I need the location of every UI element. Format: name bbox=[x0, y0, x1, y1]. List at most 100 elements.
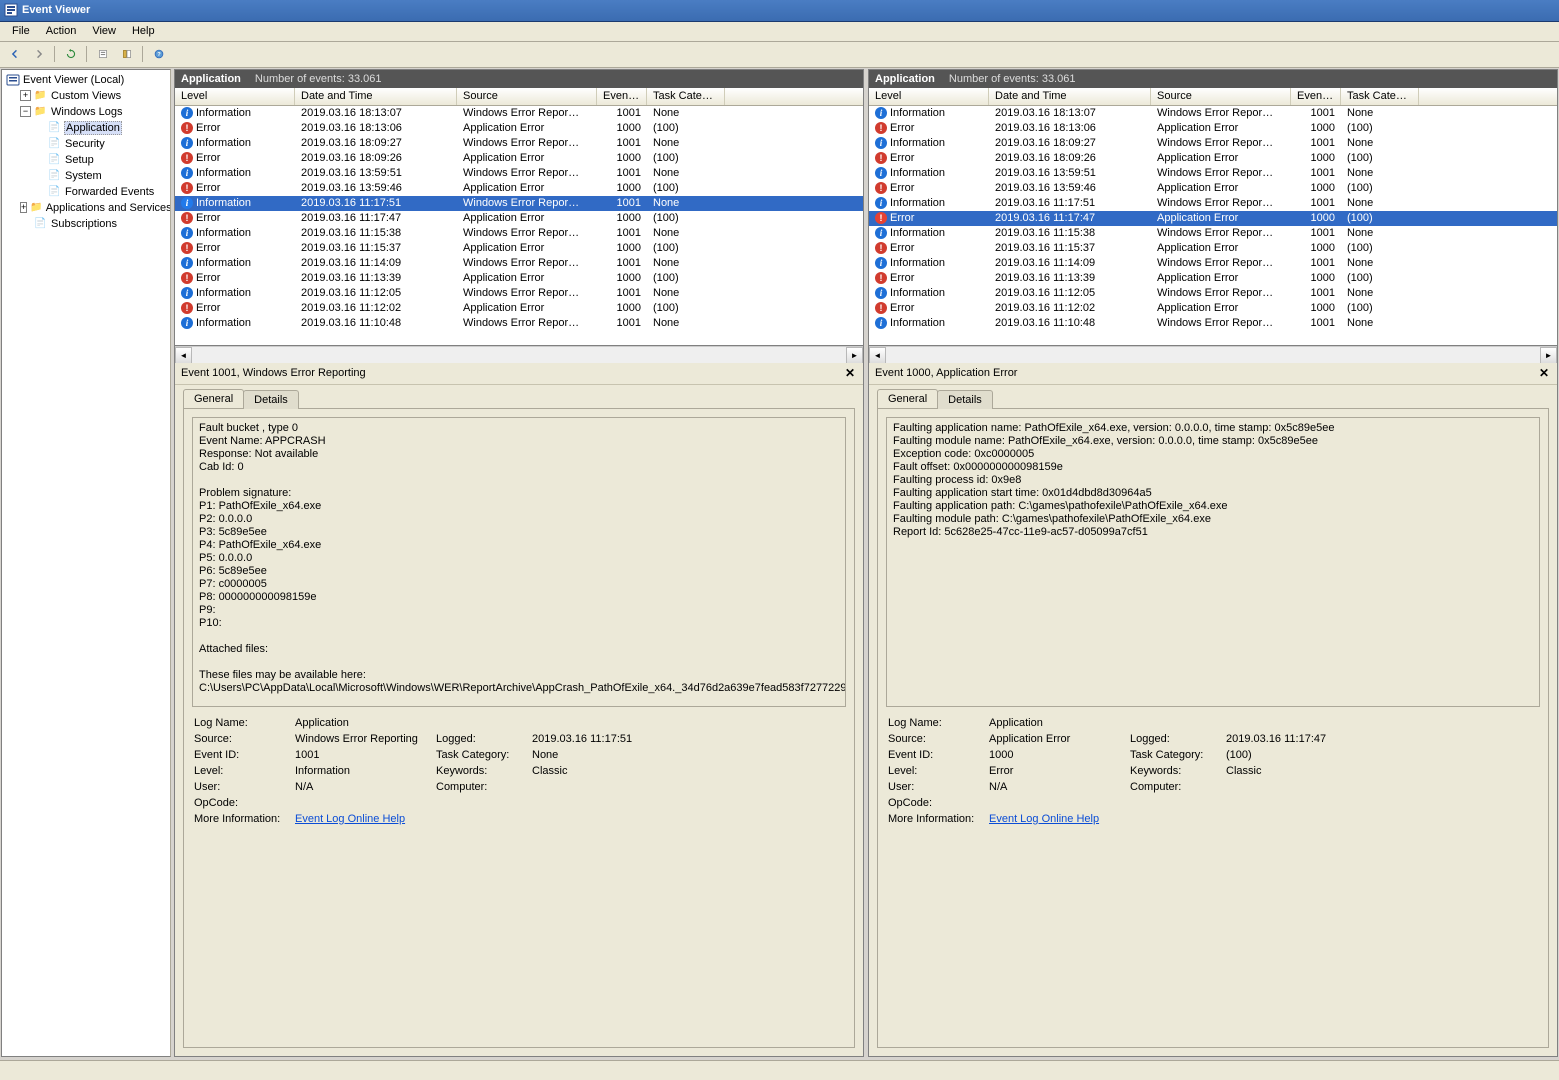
col-header-level[interactable]: Level bbox=[869, 88, 989, 105]
tab-general[interactable]: General bbox=[183, 389, 244, 408]
event-list-left[interactable]: Information2019.03.16 18:13:07Windows Er… bbox=[175, 106, 863, 346]
table-row[interactable]: Error2019.03.16 11:15:37Application Erro… bbox=[869, 241, 1557, 256]
scroll-left-icon[interactable]: ◄ bbox=[869, 347, 886, 364]
table-row[interactable]: Information2019.03.16 11:15:38Windows Er… bbox=[869, 226, 1557, 241]
table-row[interactable]: Error2019.03.16 11:15:37Application Erro… bbox=[175, 241, 863, 256]
menu-help[interactable]: Help bbox=[124, 23, 163, 39]
expand-icon[interactable]: + bbox=[20, 90, 31, 101]
table-row[interactable]: Error2019.03.16 18:09:26Application Erro… bbox=[869, 151, 1557, 166]
col-header-date[interactable]: Date and Time bbox=[989, 88, 1151, 105]
table-row[interactable]: Error2019.03.16 13:59:46Application Erro… bbox=[175, 181, 863, 196]
table-row[interactable]: Information2019.03.16 13:59:51Windows Er… bbox=[175, 166, 863, 181]
table-row[interactable]: Error2019.03.16 18:13:06Application Erro… bbox=[869, 121, 1557, 136]
table-row[interactable]: Error2019.03.16 13:59:46Application Erro… bbox=[869, 181, 1557, 196]
col-header-level[interactable]: Level bbox=[175, 88, 295, 105]
refresh-button[interactable] bbox=[60, 44, 82, 64]
col-header-date[interactable]: Date and Time bbox=[295, 88, 457, 105]
table-row[interactable]: Error2019.03.16 11:12:02Application Erro… bbox=[175, 301, 863, 316]
tree-item-system[interactable]: System bbox=[46, 168, 168, 184]
table-row[interactable]: Information2019.03.16 11:14:09Windows Er… bbox=[175, 256, 863, 271]
cell-eventid: 1001 bbox=[1291, 197, 1341, 209]
event-description[interactable]: Fault bucket , type 0 Event Name: APPCRA… bbox=[192, 417, 846, 707]
close-icon[interactable]: ✕ bbox=[843, 366, 857, 380]
tree-item-forwarded-events[interactable]: Forwarded Events bbox=[46, 184, 168, 200]
label-user: User: bbox=[194, 781, 289, 793]
table-row[interactable]: Information2019.03.16 11:14:09Windows Er… bbox=[869, 256, 1557, 271]
table-row[interactable]: Information2019.03.16 11:15:38Windows Er… bbox=[175, 226, 863, 241]
tree-item-subscriptions[interactable]: Subscriptions bbox=[32, 216, 168, 232]
col-header-task[interactable]: Task Category bbox=[647, 88, 725, 105]
tree-item-security[interactable]: Security bbox=[46, 136, 168, 152]
scroll-left-icon[interactable]: ◄ bbox=[175, 347, 192, 364]
scroll-right-icon[interactable]: ► bbox=[846, 347, 863, 364]
table-row[interactable]: Information2019.03.16 11:12:05Windows Er… bbox=[869, 286, 1557, 301]
table-row[interactable]: Error2019.03.16 11:13:39Application Erro… bbox=[869, 271, 1557, 286]
table-row[interactable]: Error2019.03.16 18:09:26Application Erro… bbox=[175, 151, 863, 166]
table-row[interactable]: Information2019.03.16 18:09:27Windows Er… bbox=[175, 136, 863, 151]
view-button[interactable] bbox=[116, 44, 138, 64]
event-list-right[interactable]: Information2019.03.16 18:13:07Windows Er… bbox=[869, 106, 1557, 346]
col-header-eventid[interactable]: Event ID bbox=[1291, 88, 1341, 105]
tab-details[interactable]: Details bbox=[937, 390, 993, 409]
table-row[interactable]: Information2019.03.16 13:59:51Windows Er… bbox=[869, 166, 1557, 181]
close-icon[interactable]: ✕ bbox=[1537, 366, 1551, 380]
tree-item-setup[interactable]: Setup bbox=[46, 152, 168, 168]
cell-task: (100) bbox=[1341, 122, 1419, 134]
menu-file[interactable]: File bbox=[4, 23, 38, 39]
table-row[interactable]: Error2019.03.16 11:17:47Application Erro… bbox=[869, 211, 1557, 226]
horizontal-scrollbar[interactable]: ◄► bbox=[175, 346, 863, 363]
tab-general[interactable]: General bbox=[877, 389, 938, 408]
tree-root[interactable]: Event Viewer (Local) bbox=[4, 72, 168, 88]
event-description[interactable]: Faulting application name: PathOfExile_x… bbox=[886, 417, 1540, 707]
label-eventid: Event ID: bbox=[194, 749, 289, 761]
expand-icon[interactable]: + bbox=[20, 202, 27, 213]
info-icon bbox=[181, 107, 193, 119]
collapse-icon[interactable]: − bbox=[20, 106, 31, 117]
cell-date: 2019.03.16 11:17:47 bbox=[295, 212, 457, 224]
table-row[interactable]: Information2019.03.16 18:13:07Windows Er… bbox=[869, 106, 1557, 121]
cell-eventid: 1000 bbox=[597, 122, 647, 134]
tree-label: System bbox=[64, 170, 103, 182]
tab-details[interactable]: Details bbox=[243, 390, 299, 409]
cell-source: Windows Error Repor… bbox=[1151, 287, 1291, 299]
table-row[interactable]: Information2019.03.16 18:13:07Windows Er… bbox=[175, 106, 863, 121]
cell-date: 2019.03.16 13:59:46 bbox=[989, 182, 1151, 194]
properties-button[interactable] bbox=[92, 44, 114, 64]
link-online-help[interactable]: Event Log Online Help bbox=[989, 813, 1099, 825]
table-row[interactable]: Information2019.03.16 11:10:48Windows Er… bbox=[175, 316, 863, 331]
tree-item-application[interactable]: Application bbox=[46, 120, 168, 136]
tree-item-windows-logs[interactable]: − Windows Logs bbox=[18, 104, 168, 120]
scroll-right-icon[interactable]: ► bbox=[1540, 347, 1557, 364]
table-row[interactable]: Error2019.03.16 11:12:02Application Erro… bbox=[869, 301, 1557, 316]
table-row[interactable]: Information2019.03.16 18:09:27Windows Er… bbox=[869, 136, 1557, 151]
horizontal-scrollbar[interactable]: ◄► bbox=[869, 346, 1557, 363]
link-online-help[interactable]: Event Log Online Help bbox=[295, 813, 405, 825]
col-header-source[interactable]: Source bbox=[1151, 88, 1291, 105]
table-row[interactable]: Information2019.03.16 11:17:51Windows Er… bbox=[175, 196, 863, 211]
navigation-tree[interactable]: Event Viewer (Local) + Custom Views − Wi… bbox=[1, 69, 171, 1057]
label-computer: Computer: bbox=[1130, 781, 1220, 793]
menu-view[interactable]: View bbox=[84, 23, 124, 39]
label-keywords: Keywords: bbox=[1130, 765, 1220, 777]
label-computer: Computer: bbox=[436, 781, 526, 793]
nav-back-button[interactable] bbox=[4, 44, 26, 64]
col-header-eventid[interactable]: Event ID bbox=[597, 88, 647, 105]
help-button[interactable]: ? bbox=[148, 44, 170, 64]
table-row[interactable]: Information2019.03.16 11:17:51Windows Er… bbox=[869, 196, 1557, 211]
cell-task: None bbox=[647, 197, 725, 209]
tree-item-apps-services-logs[interactable]: + Applications and Services Logs bbox=[18, 200, 168, 216]
cell-date: 2019.03.16 11:13:39 bbox=[295, 272, 457, 284]
cell-task: None bbox=[1341, 227, 1419, 239]
table-row[interactable]: Error2019.03.16 18:13:06Application Erro… bbox=[175, 121, 863, 136]
table-row[interactable]: Information2019.03.16 11:10:48Windows Er… bbox=[869, 316, 1557, 331]
col-header-task[interactable]: Task Category bbox=[1341, 88, 1419, 105]
table-row[interactable]: Information2019.03.16 11:12:05Windows Er… bbox=[175, 286, 863, 301]
cell-date: 2019.03.16 11:17:51 bbox=[295, 197, 457, 209]
table-row[interactable]: Error2019.03.16 11:17:47Application Erro… bbox=[175, 211, 863, 226]
menu-action[interactable]: Action bbox=[38, 23, 85, 39]
col-header-source[interactable]: Source bbox=[457, 88, 597, 105]
cell-source: Application Error bbox=[457, 182, 597, 194]
nav-forward-button[interactable] bbox=[28, 44, 50, 64]
table-row[interactable]: Error2019.03.16 11:13:39Application Erro… bbox=[175, 271, 863, 286]
tree-item-custom-views[interactable]: + Custom Views bbox=[18, 88, 168, 104]
